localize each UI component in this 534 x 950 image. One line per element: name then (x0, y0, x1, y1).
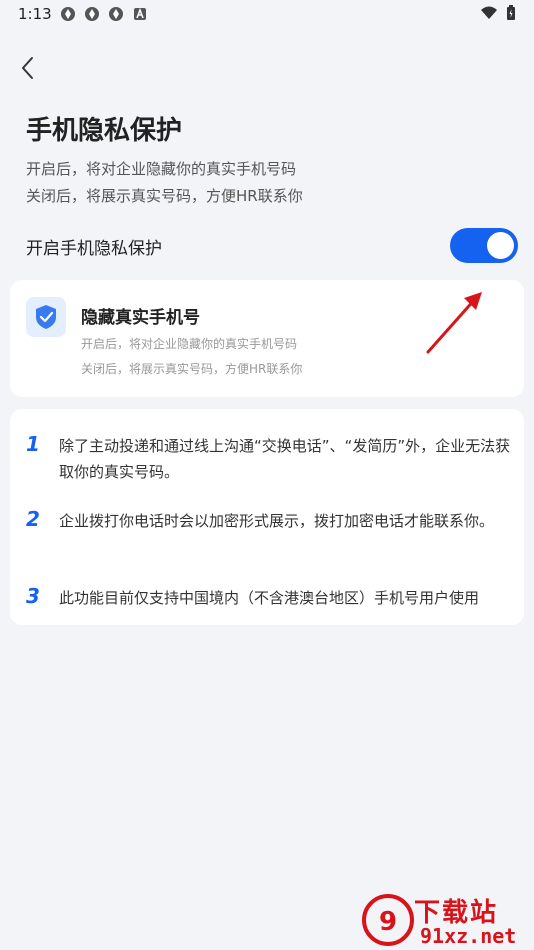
app-notification-icon (61, 7, 75, 21)
annotation-arrow-icon (426, 292, 482, 354)
page: 1:13 手机隐私保护 开启后，将对企业隐藏你的真实手机号码 关闭后，将展示真实… (0, 0, 534, 950)
list-item-text: 企业拨打你电话时会以加密形式展示，拨打加密电话才能联系你。 (59, 512, 495, 530)
wifi-icon (481, 6, 497, 19)
toggle-knob (487, 232, 514, 259)
description-line-1: 开启后，将对企业隐藏你的真实手机号码 (26, 160, 297, 178)
page-title: 手机隐私保护 (26, 116, 183, 146)
status-notification-icons (60, 6, 148, 22)
app-notification-icon (85, 7, 99, 21)
list-item-number: 1 (26, 432, 40, 456)
privacy-toggle[interactable] (450, 228, 518, 263)
card-title: 隐藏真实手机号 (81, 308, 200, 328)
shield-icon-container (26, 297, 66, 337)
card-desc-1: 开启后，将对企业隐藏你的真实手机号码 (81, 337, 298, 351)
list-item-text: 除了主动投递和通过线上沟通“交换电话”、“发简历”外，企业无法获取你的真实号码。 (59, 437, 511, 481)
description-line-2: 关闭后，将展示真实号码，方便HR联系你 (26, 187, 303, 205)
toggle-label: 开启手机隐私保护 (26, 239, 162, 259)
watermark: 9 下载站 91xz.net (360, 892, 530, 948)
list-item-number: 2 (26, 507, 40, 531)
back-button[interactable] (14, 52, 44, 84)
a-badge-icon (134, 7, 146, 20)
rules-card: 1 除了主动投递和通过线上沟通“交换电话”、“发简历”外，企业无法获取你的真实号… (10, 409, 524, 625)
list-item-number: 3 (26, 584, 40, 608)
status-time: 1:13 (18, 5, 52, 23)
watermark-logo-icon: 9 (362, 894, 414, 946)
svg-text:9: 9 (379, 907, 397, 937)
status-bar: 1:13 (0, 0, 534, 28)
status-right-icons (480, 5, 516, 21)
battery-icon (507, 5, 515, 20)
app-notification-icon (109, 7, 123, 21)
chevron-left-icon (22, 57, 33, 79)
watermark-bottom-text: 91xz.net (420, 924, 517, 948)
shield-check-icon (36, 305, 56, 329)
list-item-text: 此功能目前仅支持中国境内（不含港澳台地区）手机号用户使用 (59, 589, 480, 607)
card-desc-2: 关闭后，将展示真实号码，方便HR联系你 (81, 362, 303, 376)
